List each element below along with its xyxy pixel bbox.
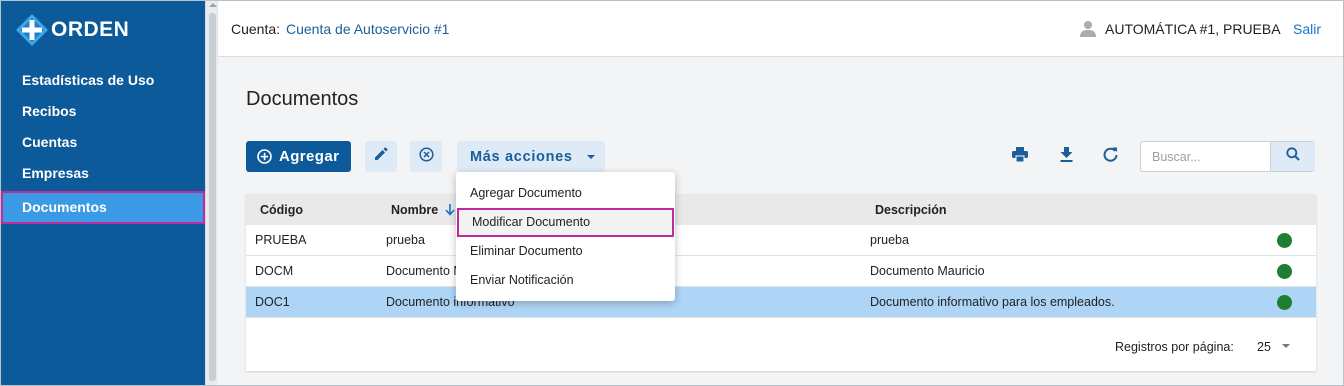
sidebar-item-recibos[interactable]: Recibos [1,96,205,127]
sidebar-item-empresas[interactable]: Empresas [1,158,205,189]
refresh-button[interactable] [1100,147,1120,167]
account-link[interactable]: Cuenta de Autoservicio #1 [286,21,449,37]
more-actions-menu: Agregar Documento Modificar Documento El… [456,172,675,301]
cell-name: prueba [386,233,425,247]
column-header-nombre-label: Nombre [391,203,439,217]
table-row[interactable]: DOCM Documento Mauricio Documento Mauric… [246,256,1316,287]
brand-name: ORDEN [51,18,130,41]
rows-per-page-select[interactable]: 25 [1257,340,1271,354]
column-header-descripcion[interactable]: Descripción [875,203,947,217]
column-header-codigo[interactable]: Código [260,203,303,217]
caret-down-icon[interactable] [1282,344,1290,348]
menu-item-enviar-notificacion[interactable]: Enviar Notificación [456,266,675,295]
more-actions-button[interactable]: Más acciones [457,141,605,172]
search-box [1140,141,1315,172]
search-input[interactable] [1141,142,1271,171]
print-button[interactable] [1010,147,1030,167]
arrow-down-sort-icon [445,204,455,219]
rows-per-page-label: Registros por página: [1115,340,1234,354]
cell-code: DOCM [255,264,294,278]
download-icon [1060,147,1073,167]
scroll-up-arrow-icon[interactable] [209,3,217,7]
table-row[interactable]: PRUEBA prueba prueba [246,225,1316,256]
caret-down-icon [586,154,595,159]
page-title: Documentos [246,88,359,110]
user-name[interactable]: AUTOMÁTICA #1, PRUEBA [1105,21,1281,37]
sidebar-scrollbar[interactable] [205,1,218,385]
status-dot [1277,264,1292,279]
sidebar-item-estadisticas[interactable]: Estadísticas de Uso [1,65,205,96]
add-button-label: Agregar [279,148,340,165]
sidebar-nav: Estadísticas de Uso Recibos Cuentas Empr… [1,65,205,224]
column-header-nombre[interactable]: Nombre [391,203,455,219]
table-row-selected[interactable]: DOC1 Documento informativo Documento inf… [246,287,1316,318]
status-dot [1277,295,1292,310]
cell-code: PRUEBA [255,233,307,247]
circle-x-icon [418,146,434,167]
download-button[interactable] [1056,147,1076,167]
search-icon [1286,147,1300,166]
sidebar-item-cuentas[interactable]: Cuentas [1,127,205,158]
sidebar: ORDEN Estadísticas de Uso Recibos Cuenta… [1,1,205,385]
account-label: Cuenta: [231,21,281,37]
scrollbar-thumb[interactable] [209,13,216,381]
print-icon [1012,147,1028,167]
refresh-icon [1103,147,1118,167]
sidebar-item-documentos[interactable]: Documentos [1,191,205,224]
top-header: Cuenta: Cuenta de Autoservicio #1 AUTOMÁ… [218,1,1343,57]
cell-description: Documento Mauricio [870,264,985,278]
cancel-button[interactable] [410,141,442,172]
documents-table: Código Nombre Descripción PRUEBA prueba … [246,194,1316,371]
menu-item-agregar-documento[interactable]: Agregar Documento [456,179,675,208]
user-icon [1080,20,1096,37]
edit-button[interactable] [365,141,397,172]
menu-item-modificar-documento[interactable]: Modificar Documento [457,208,674,237]
table-header: Código Nombre Descripción [246,194,1316,225]
brand-logo[interactable]: ORDEN [15,13,129,47]
cell-description: prueba [870,233,909,247]
more-actions-label: Más acciones [470,148,573,165]
main-content: Documentos Agregar Más acciones Buscar..… [218,58,1343,385]
logout-link[interactable]: Salir [1293,21,1321,37]
cell-description: Documento informativo para los empleados… [870,295,1115,309]
circle-plus-icon [257,149,272,164]
pencil-icon [374,147,388,166]
search-button[interactable] [1270,142,1315,171]
add-button[interactable]: Agregar [246,141,351,172]
cell-code: DOC1 [255,295,290,309]
menu-item-eliminar-documento[interactable]: Eliminar Documento [456,237,675,266]
plus-cross-logo-icon [15,13,49,47]
status-dot [1277,233,1292,248]
